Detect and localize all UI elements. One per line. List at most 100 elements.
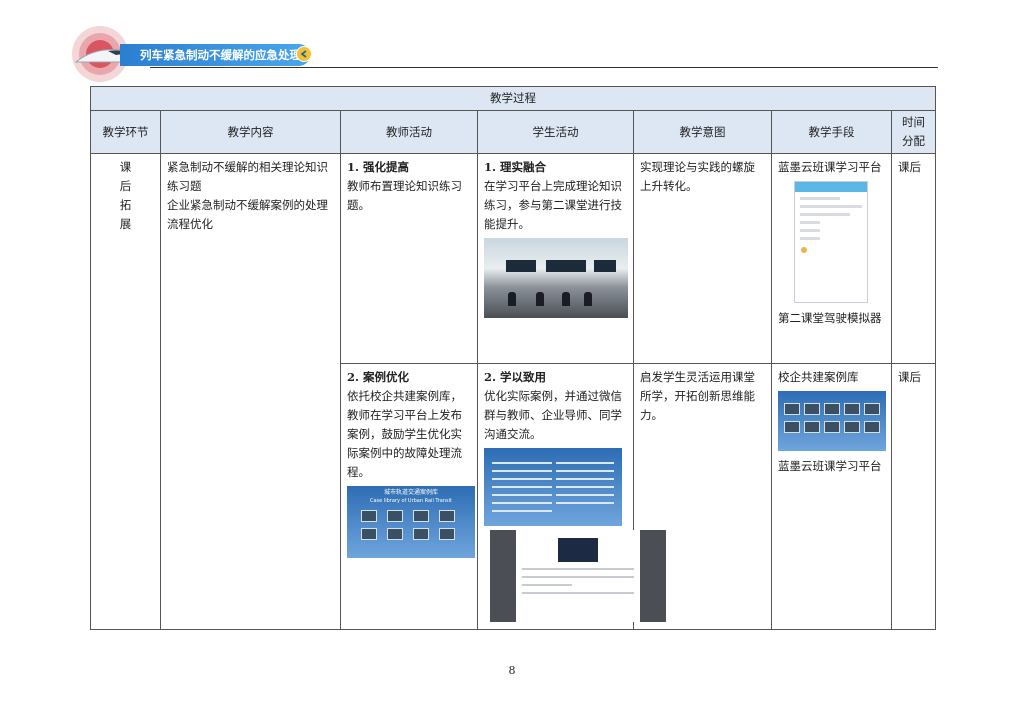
- case-tile: [864, 403, 880, 415]
- column-header: 教学手段: [771, 110, 892, 154]
- time-cell: 课后: [890, 153, 937, 364]
- student-activity-text: 在学习平台上完成理论知识练习，参与第二课堂进行技能提升。: [484, 179, 622, 231]
- student-activity-title: 2. 学以致用: [484, 370, 547, 384]
- list-row-shape: [556, 486, 614, 488]
- teacher-activity-title: 1. 强化提高: [347, 160, 410, 174]
- phase-char: 课: [119, 160, 132, 174]
- case-document-screenshot: [490, 530, 666, 622]
- teacher-activity-text: 教师布置理论知识练习题。: [347, 179, 462, 212]
- case-tile: [361, 528, 377, 540]
- intent-cell: 实现理论与实践的螺旋上升转化。: [633, 153, 772, 364]
- chevron-left-icon: [296, 46, 312, 62]
- case-tile: [439, 528, 455, 540]
- case-tile: [387, 510, 403, 522]
- classroom-photo: [484, 238, 628, 318]
- person-shape: [536, 292, 544, 306]
- case-tile: [413, 528, 429, 540]
- list-row-shape: [556, 494, 614, 496]
- teacher-activity-text: 依托校企共建案例库，教师在学习平台上发布案例，鼓励学生优化实际案例中的故障处理流…: [347, 389, 462, 479]
- case-tile: [439, 510, 455, 522]
- list-row-shape: [492, 486, 552, 488]
- content-line: 紧急制动不缓解的相关理论知识练习题: [167, 160, 328, 193]
- screen-shape: [546, 260, 586, 272]
- means-text: 蓝墨云班课学习平台: [778, 459, 882, 473]
- list-row-shape: [556, 462, 614, 464]
- case-library-subtitle: Case library of Urban Rail Transit: [370, 498, 452, 504]
- phase-char: 展: [119, 217, 132, 231]
- case-tile: [804, 403, 820, 415]
- content-line: 企业紧急制动不缓解案例的处理流程优化: [167, 198, 328, 231]
- list-row-shape: [492, 502, 552, 504]
- means-text: 第二课堂驾驶模拟器: [778, 311, 882, 325]
- case-tile: [824, 421, 840, 433]
- phase-char: 拓: [119, 198, 132, 212]
- text-line-shape: [522, 592, 634, 594]
- case-tile: [824, 403, 840, 415]
- teacher-activity-cell: 2. 案例优化 依托校企共建案例库，教师在学习平台上发布案例，鼓励学生优化实际案…: [340, 363, 478, 630]
- list-row-shape: [556, 478, 614, 480]
- text-line-shape: [800, 205, 862, 208]
- list-row-shape: [492, 470, 552, 472]
- text-line-shape: [522, 584, 572, 586]
- teacher-activity-title: 2. 案例优化: [347, 370, 410, 384]
- means-cell: 校企共建案例库 蓝墨云班课学习平台: [771, 363, 892, 630]
- mobile-app-screenshot: [794, 181, 868, 303]
- case-tile: [361, 510, 377, 522]
- teacher-activity-cell: 1. 强化提高 教师布置理论知识练习题。: [340, 153, 478, 364]
- teaching-process-table: 教学过程 教学环节 教学内容 教师活动 学生活动 教学意图 教学手段 时间 分配…: [89, 86, 937, 630]
- list-row-shape: [492, 478, 552, 480]
- page-number: 8: [508, 664, 516, 677]
- header-rule: [150, 67, 938, 68]
- phase-cell: 课 后 拓 展: [90, 153, 161, 630]
- content-cell: 紧急制动不缓解的相关理论知识练习题 企业紧急制动不缓解案例的处理流程优化: [160, 153, 341, 630]
- column-header: 教学内容: [160, 110, 341, 154]
- column-header-line: 分配: [902, 134, 926, 148]
- case-library-title: 城市轨道交通案例库: [383, 489, 438, 496]
- column-header: 教学意图: [633, 110, 772, 154]
- student-activity-cell: 1. 理实融合 在学习平台上完成理论知识练习，参与第二课堂进行技能提升。: [477, 153, 634, 364]
- column-header-time: 时间 分配: [890, 110, 937, 154]
- case-list-screenshot: [484, 448, 622, 526]
- student-activity-title: 1. 理实融合: [484, 160, 547, 174]
- time-cell: 课后: [890, 363, 937, 630]
- case-tile: [784, 421, 800, 433]
- app-header-shape: [795, 182, 867, 192]
- case-tile: [784, 403, 800, 415]
- text-line-shape: [800, 229, 820, 232]
- person-shape: [562, 292, 570, 306]
- text-line-shape: [522, 568, 634, 570]
- list-row-shape: [556, 470, 614, 472]
- list-row-shape: [492, 494, 552, 496]
- status-dot: [801, 247, 807, 253]
- student-activity-cell: 2. 学以致用 优化实际案例，并通过微信群与教师、企业导师、同学沟通交流。: [477, 363, 666, 630]
- text-line-shape: [800, 197, 840, 200]
- text-line-shape: [800, 213, 850, 216]
- column-header: 教学环节: [90, 110, 161, 154]
- text-line-shape: [522, 576, 634, 578]
- list-row-shape: [556, 502, 614, 504]
- case-tile: [804, 421, 820, 433]
- student-activity-text: 优化实际案例，并通过微信群与教师、企业导师、同学沟通交流。: [484, 389, 622, 441]
- column-header-line: 时间: [902, 115, 926, 129]
- phase-char: 后: [119, 179, 132, 193]
- screen-shape: [594, 260, 616, 272]
- case-tile: [844, 403, 860, 415]
- means-text: 蓝墨云班课学习平台: [778, 160, 882, 174]
- list-row-shape: [492, 510, 552, 512]
- document-figure-shape: [558, 538, 598, 562]
- case-tile: [413, 510, 429, 522]
- case-library-thumbnail: [778, 391, 886, 451]
- table-caption: 教学过程: [89, 86, 937, 111]
- column-header: 教师活动: [340, 110, 478, 154]
- means-cell: 蓝墨云班课学习平台 第二课堂驾驶模拟器: [771, 153, 892, 364]
- case-tile: [387, 528, 403, 540]
- person-shape: [584, 292, 592, 306]
- means-text: 校企共建案例库: [778, 370, 859, 384]
- document-title: 列车紧急制动不缓解的应急处理: [140, 48, 301, 62]
- person-shape: [508, 292, 516, 306]
- case-tile: [864, 421, 880, 433]
- screen-shape: [506, 260, 536, 272]
- text-line-shape: [800, 221, 820, 224]
- column-header: 学生活动: [477, 110, 634, 154]
- case-library-screenshot: 城市轨道交通案例库 Case library of Urban Rail Tra…: [347, 486, 475, 558]
